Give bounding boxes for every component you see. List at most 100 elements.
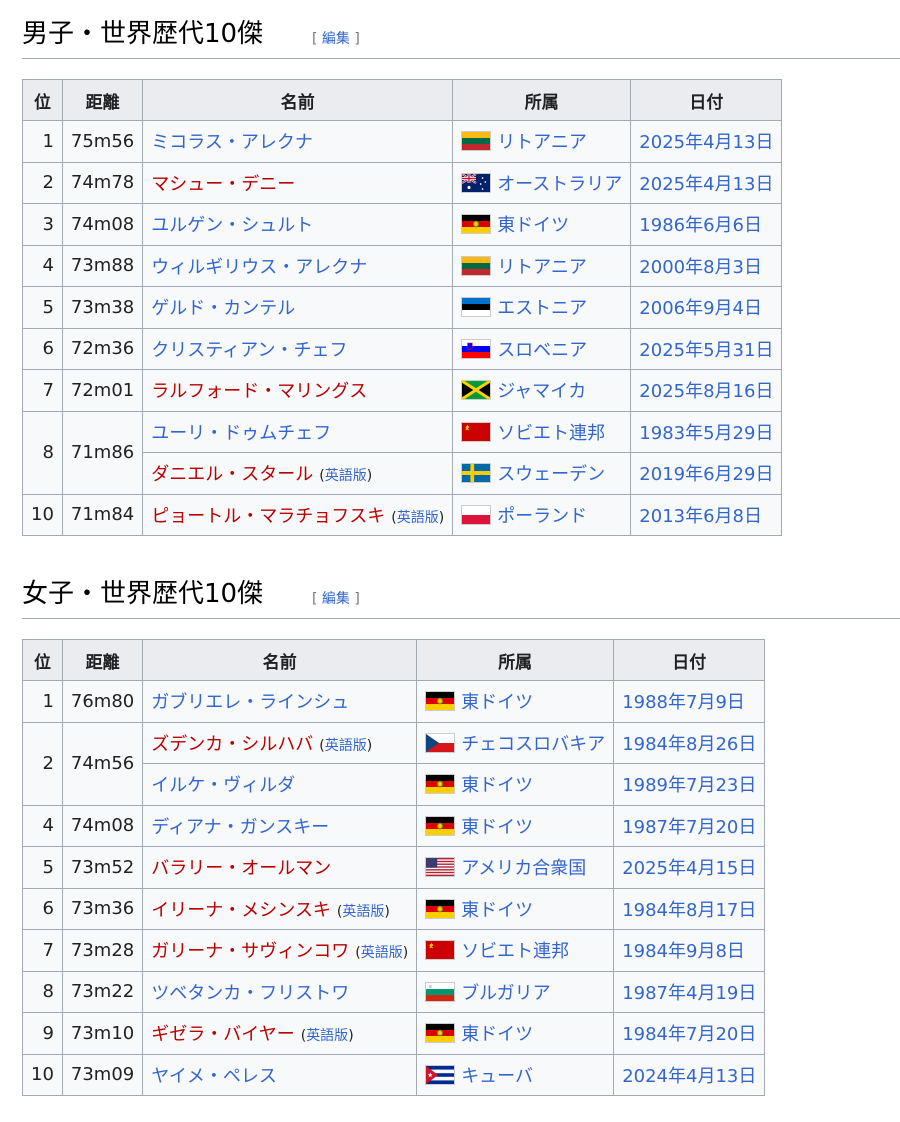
athlete-link[interactable]: クリスティアン・チェフ (151, 340, 347, 361)
cuba-flag-icon (425, 1064, 456, 1085)
women-edit-bracket-open: [ (312, 591, 318, 607)
rank-cell: 4 (22, 244, 63, 287)
country-link[interactable]: 東ドイツ (461, 775, 533, 796)
english-version-link[interactable]: 英語版 (325, 468, 367, 484)
date-cell: 1988年7月9日 (613, 680, 766, 723)
men-heading: 男子・世界歴代10傑 (22, 19, 264, 49)
athlete-link[interactable]: ディアナ・ガンスキー (151, 817, 329, 838)
rank-cell: 4 (22, 804, 63, 847)
athlete-link[interactable]: ツベタンカ・フリストワ (151, 983, 349, 1004)
athlete-link[interactable]: イルケ・ヴィルダ (151, 775, 295, 796)
country-link[interactable]: リトアニア (497, 257, 587, 278)
date-link[interactable]: 1987年4月19日 (622, 983, 756, 1004)
athlete-link[interactable]: ユルゲン・シュルト (151, 215, 313, 236)
athlete-link[interactable]: バラリー・オールマン (151, 858, 331, 879)
athlete-link[interactable]: ミコラス・アレクナ (151, 132, 313, 153)
athlete-link[interactable]: イリーナ・メシンスキ (151, 900, 331, 921)
name-cell: ダニエル・スタール (英語版) (142, 452, 454, 495)
date-link[interactable]: 2025年5月31日 (639, 340, 773, 361)
athlete-link[interactable]: ラルフォード・マリングス (151, 381, 367, 402)
estonia-flag-icon (461, 297, 492, 318)
athlete-link[interactable]: ピョートル・マラチョフスキ (151, 506, 385, 527)
women-col-header: 位 (22, 639, 63, 681)
country-cell: チェコスロバキア (416, 721, 615, 764)
athlete-link[interactable]: ヤイメ・ペレス (151, 1066, 277, 1087)
country-link[interactable]: ブルガリア (461, 983, 550, 1004)
date-link[interactable]: 1984年7月20日 (622, 1024, 756, 1045)
country-link[interactable]: エストニア (497, 298, 587, 319)
date-link[interactable]: 2025年4月13日 (639, 174, 773, 195)
country-link[interactable]: ソビエト連邦 (497, 423, 605, 444)
athlete-link[interactable]: マシュー・デニー (151, 174, 295, 195)
athlete-link[interactable]: ガリーナ・サヴィンコワ (151, 941, 349, 962)
country-link[interactable]: 東ドイツ (497, 215, 569, 236)
country-link[interactable]: スウェーデン (497, 464, 605, 485)
date-cell: 1984年8月17日 (613, 887, 766, 930)
date-link[interactable]: 2025年4月15日 (622, 858, 756, 879)
athlete-link[interactable]: ズデンカ・シルハバ (151, 734, 313, 755)
athlete-link[interactable]: ガブリエレ・ラインシュ (151, 692, 349, 713)
date-link[interactable]: 2006年9月4日 (639, 298, 762, 319)
date-link[interactable]: 1986年6月6日 (639, 215, 762, 236)
english-version-link[interactable]: 英語版 (361, 945, 403, 961)
date-cell: 1983年5月29日 (630, 410, 783, 453)
country-link[interactable]: 東ドイツ (461, 692, 533, 713)
rank-cell: 5 (22, 286, 63, 329)
country-link[interactable]: キューバ (461, 1066, 533, 1087)
english-version-link[interactable]: 英語版 (306, 1028, 348, 1044)
women-col-header: 所属 (416, 639, 615, 681)
men-edit-bracket-open: [ (312, 31, 318, 47)
athlete-link[interactable]: ダニエル・スタール (151, 464, 313, 485)
country-link[interactable]: チェコスロバキア (461, 734, 605, 755)
usa-flag-icon (425, 857, 456, 878)
date-link[interactable]: 2025年8月16日 (639, 381, 773, 402)
date-link[interactable]: 1989年7月23日 (622, 775, 756, 796)
country-link[interactable]: アメリカ合衆国 (461, 858, 586, 879)
rank-cell: 8 (22, 970, 63, 1013)
mark-cell: 71m86 (61, 410, 144, 495)
country-link[interactable]: 東ドイツ (461, 817, 533, 838)
rank-cell: 1 (22, 680, 63, 723)
date-link[interactable]: 1988年7月9日 (622, 692, 745, 713)
country-link[interactable]: スロベニア (497, 340, 587, 361)
mark-cell: 73m38 (61, 286, 144, 329)
date-link[interactable]: 1984年9月8日 (622, 941, 745, 962)
athlete-link[interactable]: ユーリ・ドゥムチェフ (151, 423, 331, 444)
date-link[interactable]: 2000年8月3日 (639, 257, 762, 278)
date-link[interactable]: 1984年8月26日 (622, 734, 756, 755)
country-link[interactable]: ソビエト連邦 (461, 941, 569, 962)
table-row: 2 74m78 マシュー・デニー オーストラリア 2025年4月13日 (22, 161, 783, 204)
rank-cell: 10 (22, 1053, 63, 1096)
mark-cell: 73m28 (61, 929, 144, 972)
country-cell: ソビエト連邦 (452, 410, 632, 453)
country-link[interactable]: オーストラリア (497, 174, 622, 195)
date-link[interactable]: 2013年6月8日 (639, 506, 762, 527)
date-cell: 2013年6月8日 (630, 493, 783, 536)
date-link[interactable]: 1983年5月29日 (639, 423, 773, 444)
english-version-link[interactable]: 英語版 (397, 510, 439, 526)
country-link[interactable]: 東ドイツ (461, 1024, 533, 1045)
date-link[interactable]: 2024年4月13日 (622, 1066, 756, 1087)
english-version-link[interactable]: 英語版 (325, 738, 367, 754)
rank-cell: 3 (22, 203, 63, 246)
date-link[interactable]: 1987年7月20日 (622, 817, 756, 838)
athlete-link[interactable]: ゲルド・カンテル (151, 298, 295, 319)
country-link[interactable]: リトアニア (497, 132, 587, 153)
date-cell: 1987年4月19日 (613, 970, 766, 1013)
men-col-header: 所属 (452, 79, 632, 121)
women-edit-link[interactable]: 編集 (322, 591, 350, 607)
men-header-row: 位距離 名前 所属 日付 (22, 79, 783, 121)
table-row: 3 74m08 ユルゲン・シュルト 東ドイツ 1986年6月6日 (22, 203, 783, 246)
date-link[interactable]: 2025年4月13日 (639, 132, 773, 153)
country-link[interactable]: 東ドイツ (461, 900, 533, 921)
country-link[interactable]: ポーランド (497, 506, 587, 527)
date-link[interactable]: 2019年6月29日 (639, 464, 773, 485)
date-link[interactable]: 1984年8月17日 (622, 900, 756, 921)
english-version-link[interactable]: 英語版 (342, 904, 384, 920)
country-link[interactable]: ジャマイカ (497, 381, 586, 402)
men-edit-link[interactable]: 編集 (322, 31, 350, 47)
table-row: 8 73m22 ツベタンカ・フリストワ ブルガリア 1987年4月19日 (22, 970, 766, 1013)
date-cell: 2025年4月13日 (630, 161, 783, 204)
athlete-link[interactable]: ウィルギリウス・アレクナ (151, 257, 367, 278)
athlete-link[interactable]: ギゼラ・バイヤー (151, 1024, 294, 1045)
